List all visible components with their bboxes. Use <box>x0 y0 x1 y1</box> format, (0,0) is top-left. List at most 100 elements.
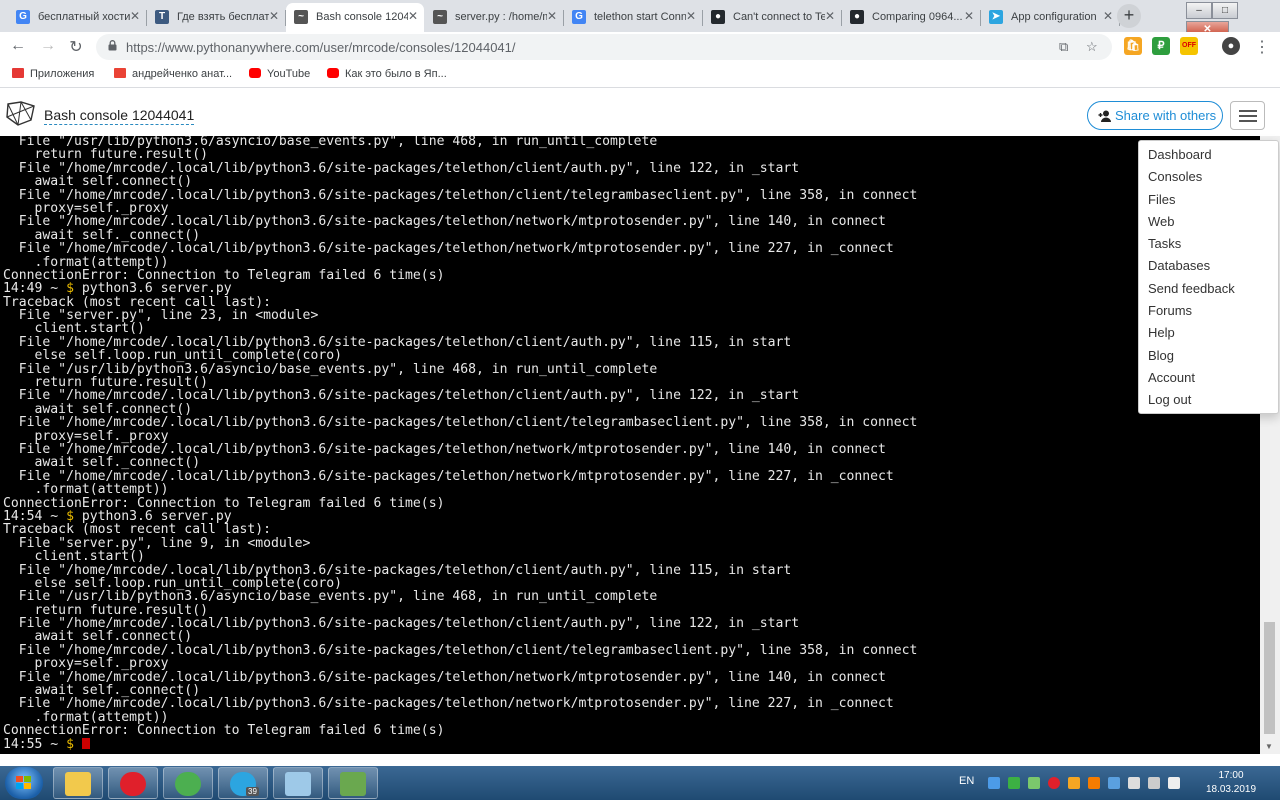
bookmark-label: Как это было в Яп... <box>345 68 447 80</box>
tray-app-icon[interactable] <box>1088 777 1100 789</box>
minimize-icon[interactable]: – <box>1186 2 1212 19</box>
console-prompt-line[interactable]: 14:55 ~ $ <box>3 737 917 751</box>
forward-arrow-icon[interactable]: → <box>38 37 58 55</box>
taskbar-app[interactable] <box>273 767 323 799</box>
browser-tab-strip: ➤ App configuration ✕ ● Comparing 0964... ✕ ● C… <box>0 0 1280 38</box>
share-button-label: Share with others <box>1115 108 1217 123</box>
volume-icon[interactable] <box>1128 777 1140 789</box>
console-line: File "/home/mrcode/.local/lib/python3.6/… <box>3 187 918 203</box>
console-line: File "/home/mrcode/.local/lib/python3.6/… <box>3 415 918 431</box>
browser-menu-icon[interactable]: ⋮ <box>1252 37 1272 57</box>
pythonanywhere-logo-icon[interactable] <box>4 100 38 128</box>
taskbar-clock[interactable]: 17:00 18.03.2019 <box>1198 769 1264 797</box>
console-line: 14:54 ~ $ python3.6 server.py <box>3 508 232 524</box>
menu-item-blog[interactable]: Blog <box>1139 345 1278 367</box>
tab-title: App configuration <box>1011 11 1097 23</box>
shopping-bag-extension-icon[interactable]: 🛍 <box>1124 37 1142 55</box>
menu-item-dashboard[interactable]: Dashboard <box>1139 144 1278 166</box>
menu-item-log-out[interactable]: Log out <box>1139 389 1278 411</box>
console-line: File "server.py", line 9, in <module> <box>3 535 311 551</box>
taskbar-app[interactable]: 39 <box>218 767 268 799</box>
menu-item-consoles[interactable]: Consoles <box>1139 166 1278 188</box>
menu-item-files[interactable]: Files <box>1139 189 1278 211</box>
browser-tab[interactable]: ● Can't connect to Telegram✕ <box>703 3 842 32</box>
explorer-icon <box>65 772 91 796</box>
google-icon: G <box>16 10 30 24</box>
youtube-icon <box>249 68 261 78</box>
browser-tab[interactable]: Gtelethon start Connection✕ <box>564 3 703 32</box>
ruble-extension-icon[interactable]: ₽ <box>1152 37 1170 55</box>
maximize-icon[interactable]: □ <box>1212 2 1238 19</box>
menu-item-account[interactable]: Account <box>1139 367 1278 389</box>
telegram-icon: ➤ <box>989 10 1003 24</box>
bookmark-item[interactable]: Приложения <box>12 68 94 80</box>
tab-separator <box>702 10 703 26</box>
browser-tab[interactable]: Gбесплатный хостинг✕ <box>8 3 147 32</box>
back-arrow-icon[interactable]: ← <box>8 37 28 55</box>
opera-icon <box>120 772 146 796</box>
share-with-others-button[interactable]: Share with others <box>1087 101 1223 130</box>
browser-tab[interactable]: ● Comparing 0964... ✕ <box>842 3 981 32</box>
off-extension-icon[interactable]: OFF <box>1180 37 1198 55</box>
bookmark-star-icon[interactable]: ☆ <box>1086 39 1098 55</box>
reload-icon[interactable]: ↻ <box>66 37 86 57</box>
power-icon[interactable] <box>1148 777 1160 789</box>
browser-tab[interactable]: T Где взять бесплатный✕ <box>147 3 286 32</box>
tray-opera-icon[interactable] <box>1048 777 1060 789</box>
tray-app-icon[interactable] <box>1108 777 1120 789</box>
translate-icon[interactable]: ⧉ <box>1059 39 1068 55</box>
close-tab-icon[interactable]: ✕ <box>408 9 418 23</box>
pythonanywhere-icon: ~ <box>294 10 308 24</box>
tray-network-icon[interactable] <box>988 777 1000 789</box>
bookmark-item[interactable]: андрейченко анат... <box>114 68 232 80</box>
taskbar-app[interactable] <box>163 767 213 799</box>
action-center-flag-icon[interactable] <box>1168 777 1180 789</box>
close-tab-icon[interactable]: ✕ <box>547 9 557 23</box>
console-line: File "/home/mrcode/.local/lib/python3.6/… <box>3 696 894 712</box>
tab-separator <box>980 10 981 26</box>
browser-tab[interactable]: ~ Bash console 12044041✕ <box>286 3 424 32</box>
menu-item-tasks[interactable]: Tasks <box>1139 233 1278 255</box>
tray-app-icon[interactable] <box>1028 777 1040 789</box>
console-title[interactable]: Bash console 12044041 <box>44 107 195 125</box>
taskbar-app[interactable] <box>108 767 158 799</box>
github-icon: ● <box>711 10 725 24</box>
menu-item-send-feedback[interactable]: Send feedback <box>1139 278 1278 300</box>
tab-separator <box>563 10 564 26</box>
close-tab-icon[interactable]: ✕ <box>964 9 974 23</box>
console-line: Traceback (most recent call last): <box>3 294 272 310</box>
profile-avatar-icon[interactable]: ● <box>1222 37 1240 55</box>
menu-item-help[interactable]: Help <box>1139 322 1278 344</box>
console-line: await self._connect() <box>3 227 201 243</box>
tab-title: telethon start Connection <box>594 11 686 23</box>
taskbar-app[interactable] <box>53 767 103 799</box>
close-tab-icon[interactable]: ✕ <box>1103 9 1113 23</box>
address-bar[interactable]: https://www.pythonanywhere.com/user/mrco… <box>96 34 1112 60</box>
close-tab-icon[interactable]: ✕ <box>825 9 835 23</box>
close-tab-icon[interactable]: ✕ <box>130 9 140 23</box>
page-bottom-strip <box>0 754 1280 766</box>
bash-console[interactable]: File "/usr/lib/python3.6/asyncio/base_ev… <box>0 136 1260 754</box>
scrollbar-thumb[interactable] <box>1264 622 1275 734</box>
hamburger-menu-button[interactable] <box>1230 101 1265 130</box>
start-button[interactable] <box>5 767 43 799</box>
add-person-icon <box>1098 110 1111 122</box>
browser-tab[interactable]: ~ server.py : /home/mrcode✕ <box>425 3 564 32</box>
menu-item-web[interactable]: Web <box>1139 211 1278 233</box>
close-tab-icon[interactable]: ✕ <box>269 9 279 23</box>
new-tab-button[interactable]: + <box>1117 4 1141 28</box>
menu-item-databases[interactable]: Databases <box>1139 255 1278 277</box>
taskbar-app[interactable] <box>328 767 378 799</box>
console-line: File "/home/mrcode/.local/lib/python3.6/… <box>3 468 894 484</box>
tray-app-icon[interactable] <box>1008 777 1020 789</box>
console-line: ConnectionError: Connection to Telegram … <box>3 267 445 283</box>
bookmark-item[interactable]: YouTube <box>249 68 310 80</box>
console-line: await self.connect() <box>3 401 193 417</box>
bookmark-item[interactable]: Как это было в Яп... <box>327 68 447 80</box>
close-tab-icon[interactable]: ✕ <box>686 9 696 23</box>
tray-app-icon[interactable] <box>1068 777 1080 789</box>
language-indicator[interactable]: EN <box>959 775 974 787</box>
browser-tab[interactable]: ➤ App configuration ✕ <box>981 3 1120 32</box>
menu-item-forums[interactable]: Forums <box>1139 300 1278 322</box>
scroll-down-icon[interactable]: ▼ <box>1265 742 1273 751</box>
